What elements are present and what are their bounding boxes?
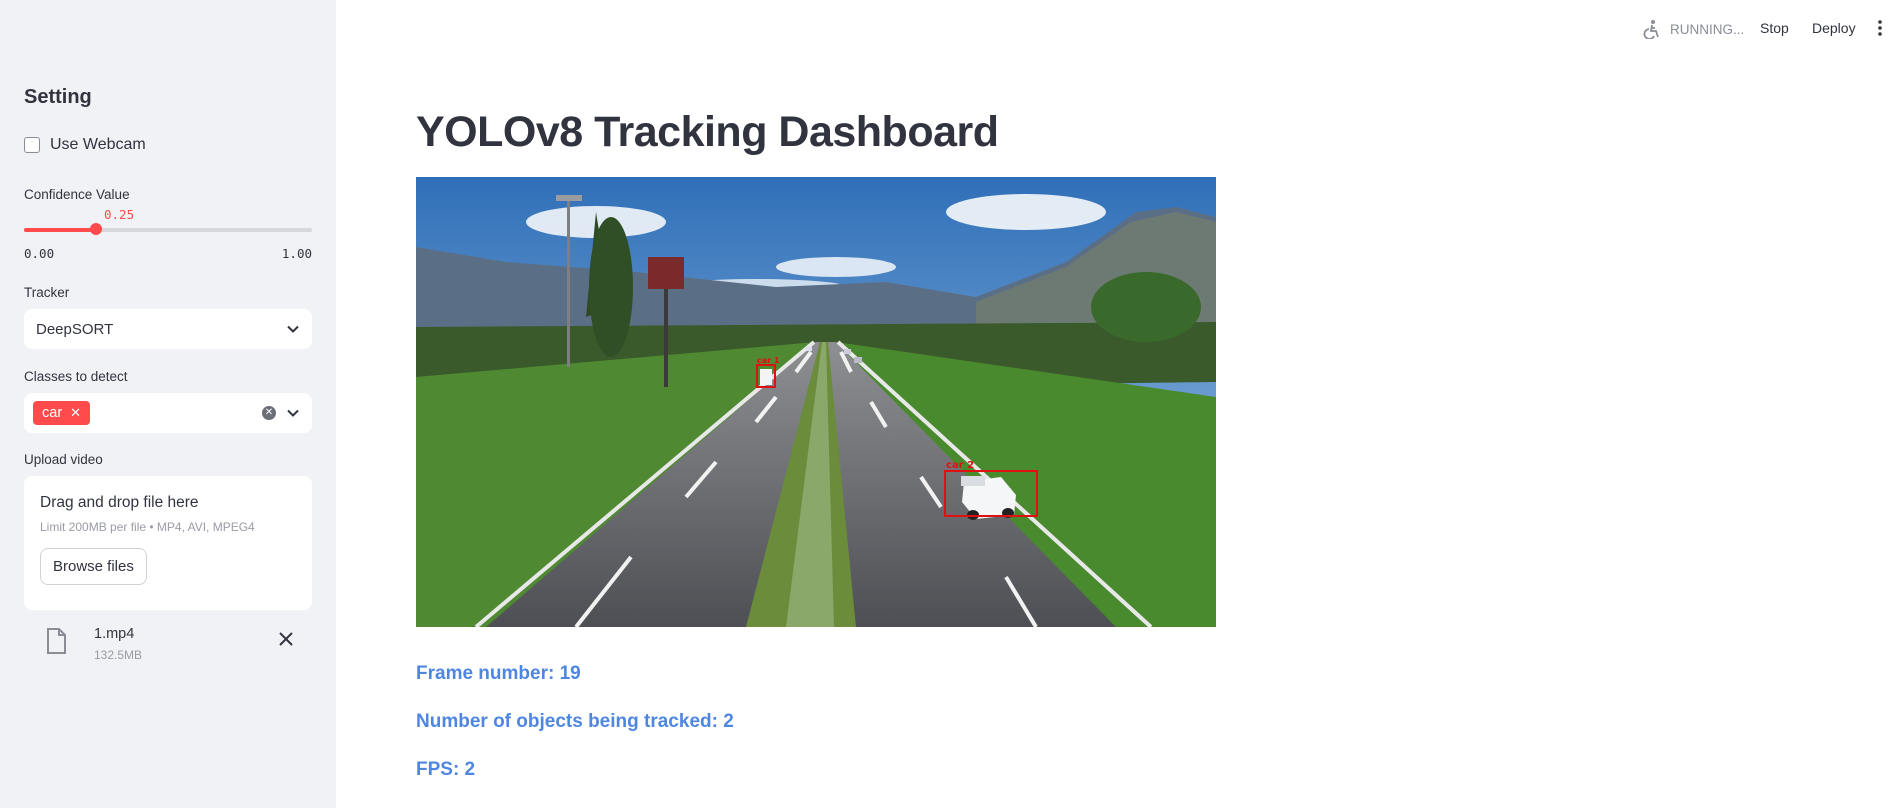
- file-name: 1.mp4: [94, 626, 135, 642]
- tracker-select[interactable]: DeepSORT: [24, 309, 312, 349]
- close-icon[interactable]: [279, 632, 293, 646]
- sidebar-title: Setting: [24, 86, 92, 108]
- frame-number: Frame number: 19: [416, 663, 581, 684]
- classes-label: Classes to detect: [24, 369, 128, 384]
- confidence-value: 0.25: [104, 207, 135, 222]
- running-text: RUNNING...: [1670, 21, 1745, 37]
- chevron-down-icon[interactable]: [286, 406, 300, 420]
- checkbox-box[interactable]: [24, 137, 40, 153]
- tracker-selected-value: DeepSORT: [36, 320, 114, 338]
- main-menu-icon[interactable]: [1878, 20, 1882, 36]
- confidence-slider[interactable]: [24, 223, 312, 235]
- dropzone-text: Drag and drop file here: [40, 494, 199, 511]
- bbox-label-car-2: car 2: [946, 460, 974, 471]
- use-webcam-label: Use Webcam: [50, 136, 146, 153]
- highway-scene: car 1 car 2: [416, 177, 1216, 627]
- class-tag-label: car: [42, 405, 63, 421]
- clear-all-icon[interactable]: ✕: [262, 406, 276, 420]
- file-dropzone[interactable]: Drag and drop file here Limit 200MB per …: [24, 476, 312, 610]
- uploaded-file: 1.mp4 132.5MB: [24, 624, 312, 668]
- bbox-label-car-1: car 1: [757, 356, 780, 365]
- browse-files-button[interactable]: Browse files: [40, 548, 147, 585]
- stop-button[interactable]: Stop: [1760, 20, 1789, 36]
- classes-multiselect[interactable]: car ✕ ✕: [24, 393, 312, 433]
- slider-max: 1.00: [281, 246, 312, 261]
- dropzone-limit: Limit 200MB per file • MP4, AVI, MPEG4: [40, 520, 255, 534]
- file-size: 132.5MB: [94, 648, 143, 662]
- tracker-label: Tracker: [24, 285, 70, 300]
- sidebar: Setting Use Webcam Confidence Value 0.25…: [0, 0, 336, 808]
- running-icon: [1643, 20, 1659, 39]
- slider-fill: [24, 228, 96, 232]
- slider-min: 0.00: [24, 246, 55, 261]
- video-frame: car 1 car 2: [416, 177, 1216, 627]
- use-webcam-checkbox[interactable]: Use Webcam: [24, 136, 146, 154]
- class-tag-car: car ✕: [33, 401, 91, 425]
- tag-remove-icon[interactable]: ✕: [70, 405, 81, 421]
- running-status: RUNNING...: [1642, 19, 1744, 39]
- deploy-button[interactable]: Deploy: [1812, 20, 1856, 36]
- confidence-label: Confidence Value: [24, 187, 130, 202]
- objects-tracked: Number of objects being tracked: 2: [416, 711, 734, 732]
- fps: FPS: 2: [416, 759, 476, 780]
- page-title: YOLOv8 Tracking Dashboard: [416, 108, 999, 156]
- slider-thumb[interactable]: [90, 223, 102, 235]
- upload-label: Upload video: [24, 452, 103, 467]
- chevron-down-icon[interactable]: [286, 322, 300, 336]
- file-icon: [47, 628, 66, 654]
